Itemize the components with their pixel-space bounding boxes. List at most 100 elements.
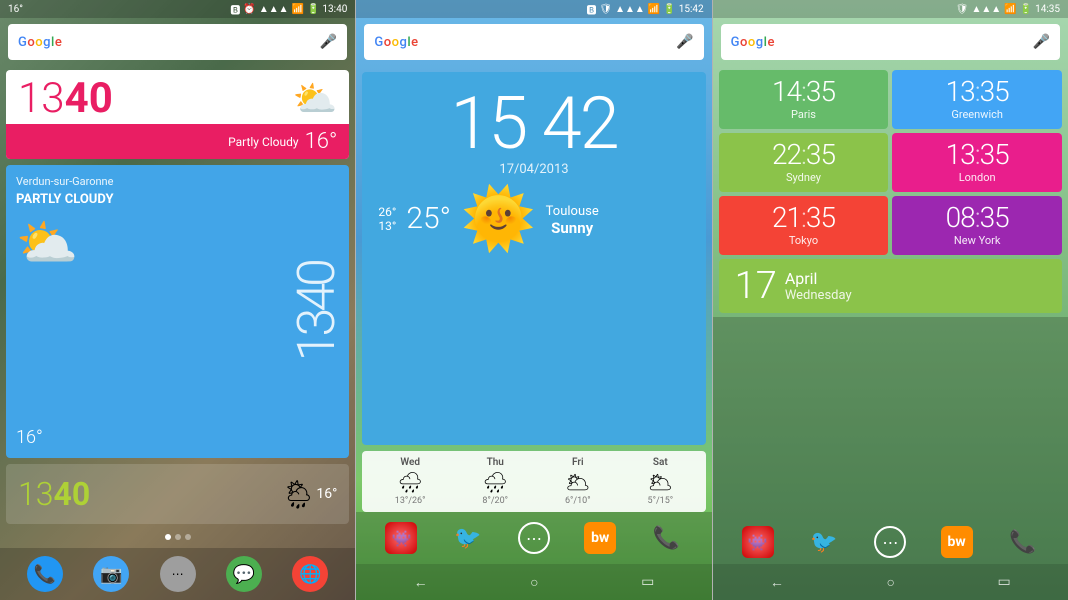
- dock-bird-3[interactable]: 🐦: [808, 526, 840, 558]
- nav-back-2[interactable]: ←: [414, 574, 428, 591]
- clock-sydney: 22:35 Sydney: [719, 133, 889, 192]
- widget-blue-weather: Verdun-sur-Garonne PARTLY CLOUDY ⛅ 1340 …: [6, 165, 349, 458]
- dock-apps-3[interactable]: ⋯: [874, 526, 906, 558]
- weather-type-2: Sunny: [546, 219, 599, 237]
- signal-icon-2: ▲▲▲: [615, 4, 645, 15]
- status-time-1: 13:40: [322, 4, 347, 15]
- nav-recent-2[interactable]: ▭: [641, 574, 654, 590]
- bottom-weather-icon-1: 🌦: [281, 478, 317, 511]
- clock-hours-1: 13: [18, 74, 65, 123]
- clock-display-2: 15 42: [450, 88, 617, 160]
- vertical-time-1: 1340: [295, 262, 339, 361]
- greenwich-time: 13:35: [946, 78, 1009, 106]
- clock2-hours: 15: [450, 81, 526, 166]
- bt-icon: 🅱: [230, 2, 240, 17]
- newyork-time: 08:35: [946, 204, 1009, 232]
- fc-day-3: Fri: [572, 457, 584, 468]
- dock-phone-1[interactable]: 📞: [27, 556, 63, 592]
- battery-icon-3: 🔋: [1020, 4, 1032, 15]
- temp-high-2: 26°: [378, 205, 396, 219]
- mic-icon-1[interactable]: 🎤: [320, 34, 337, 50]
- newyork-city: New York: [954, 234, 1001, 247]
- dock-1: 📞 📷 ⋯ 💬 🌐: [0, 548, 355, 600]
- status-bar-3: 🛡 ▲▲▲ 📶 🔋 14:35: [713, 0, 1068, 18]
- status-left-1: 16°: [8, 4, 23, 15]
- weather-temp-1: 16°: [305, 129, 338, 154]
- bottom-mins-1: 40: [54, 475, 91, 513]
- date-number-3: 17: [735, 267, 777, 305]
- city-name-2: Toulouse: [546, 204, 599, 219]
- forecast-bar-2: Wed 🌧 13°/26° Thu 🌧 8°/20° Fri 🌥 6°/10° …: [362, 451, 705, 512]
- dock-monster-3[interactable]: 👾: [742, 526, 774, 558]
- status-bar-1: 16° 🅱 ⏰ ▲▲▲ 📶 🔋 13:40: [0, 0, 355, 18]
- nav-home-2[interactable]: ○: [530, 574, 538, 591]
- google-search-bar-1[interactable]: Google 🎤: [8, 24, 347, 60]
- temp-current-2: 25°: [406, 201, 451, 236]
- clock2-mins: 42: [542, 81, 618, 166]
- dock-monster-2[interactable]: 👾: [385, 522, 417, 554]
- status-temp-1: 16°: [8, 4, 23, 15]
- dock-chrome-1[interactable]: 🌐: [292, 556, 328, 592]
- fc-temps-1: 13°/26°: [395, 496, 426, 506]
- dock-bw-3[interactable]: bw: [941, 526, 973, 558]
- london-city: London: [959, 171, 996, 184]
- google-search-bar-3[interactable]: Google 🎤: [721, 24, 1060, 60]
- nav-recent-3[interactable]: ▭: [997, 574, 1010, 590]
- dock-hangouts-1[interactable]: 💬: [226, 556, 262, 592]
- status-time-3: 14:35: [1035, 4, 1060, 15]
- bottom-hours-1: 13: [18, 475, 54, 513]
- mic-icon-2[interactable]: 🎤: [676, 34, 693, 50]
- google-logo-3: Google: [731, 35, 1033, 50]
- clock-weather-widget-2: 15 42 17/04/2013 26° 13° 25° 🌞 Toulouse …: [362, 72, 705, 445]
- wifi-icon-2: 📶: [648, 4, 660, 15]
- dot-1: [165, 534, 171, 540]
- signal-icon: ▲▲▲: [259, 4, 289, 15]
- paris-city: Paris: [791, 108, 816, 121]
- google-search-bar-2[interactable]: Google 🎤: [364, 24, 703, 60]
- paris-time: 14:35: [772, 78, 835, 106]
- fc-day-4: Sat: [653, 457, 668, 468]
- weather-row-2: 26° 13° 25° 🌞 Toulouse Sunny: [378, 183, 689, 254]
- date-info-3: April Wednesday: [785, 269, 852, 303]
- bottom-temp-1: 16°: [316, 486, 337, 502]
- fc-temps-2: 8°/20°: [482, 496, 508, 506]
- nav-back-3[interactable]: ←: [770, 574, 784, 591]
- fc-temps-4: 5°/15°: [648, 496, 674, 506]
- nav-bar-3: ← ○ ▭: [713, 564, 1068, 600]
- clock-london: 13:35 London: [892, 133, 1062, 192]
- date-display-2: 17/04/2013: [499, 162, 568, 177]
- status-right-3: 🛡 ▲▲▲ 📶 🔋 14:35: [956, 4, 1060, 15]
- dock-apps-2[interactable]: ⋯: [518, 522, 550, 554]
- dock-camera-1[interactable]: 📷: [93, 556, 129, 592]
- battery-icon: 🔋: [307, 4, 319, 15]
- dock-phone-3[interactable]: 📞: [1007, 526, 1039, 558]
- world-clock-grid-3: 14:35 Paris 13:35 Greenwich 22:35 Sydney…: [719, 70, 1062, 255]
- dock-phone-2[interactable]: 📞: [651, 522, 683, 554]
- forecast-wed: Wed 🌧 13°/26°: [395, 457, 426, 506]
- temp-range-2: 26° 13°: [378, 205, 396, 233]
- date-month-3: April: [785, 269, 852, 288]
- mic-icon-3[interactable]: 🎤: [1033, 34, 1050, 50]
- sun-icon-2: 🌞: [461, 183, 536, 254]
- dock-apps-1[interactable]: ⋯: [160, 556, 196, 592]
- dot-2: [175, 534, 181, 540]
- dock-2: 👾 🐦 ⋯ bw 📞: [356, 512, 711, 564]
- fc-day-2: Thu: [487, 457, 504, 468]
- nav-home-3[interactable]: ○: [886, 574, 894, 591]
- time-row-1: 1340 ⛅: [6, 70, 349, 124]
- clock-greenwich: 13:35 Greenwich: [892, 70, 1062, 129]
- shield-icon-2: 🛡: [599, 4, 612, 15]
- dot-3: [185, 534, 191, 540]
- screen-2: 🅱 🛡 ▲▲▲ 📶 🔋 15:42 Google 🎤 15 42 17/04/2…: [356, 0, 711, 600]
- status-time-2: 15:42: [679, 4, 704, 15]
- dock-bird-2[interactable]: 🐦: [452, 522, 484, 554]
- fc-icon-3: 🌥: [565, 470, 590, 494]
- city-label-1: Verdun-sur-Garonne: [16, 175, 295, 188]
- condition-label-1: PARTLY CLOUDY: [16, 192, 295, 207]
- dock-bw-2[interactable]: bw: [584, 522, 616, 554]
- status-right-1: 🅱 ⏰ ▲▲▲ 📶 🔋 13:40: [230, 2, 347, 17]
- sydney-time: 22:35: [772, 141, 835, 169]
- cloud-icon-1: ⛅: [16, 215, 295, 273]
- sydney-city: Sydney: [786, 171, 821, 184]
- google-logo-2: Google: [374, 35, 676, 50]
